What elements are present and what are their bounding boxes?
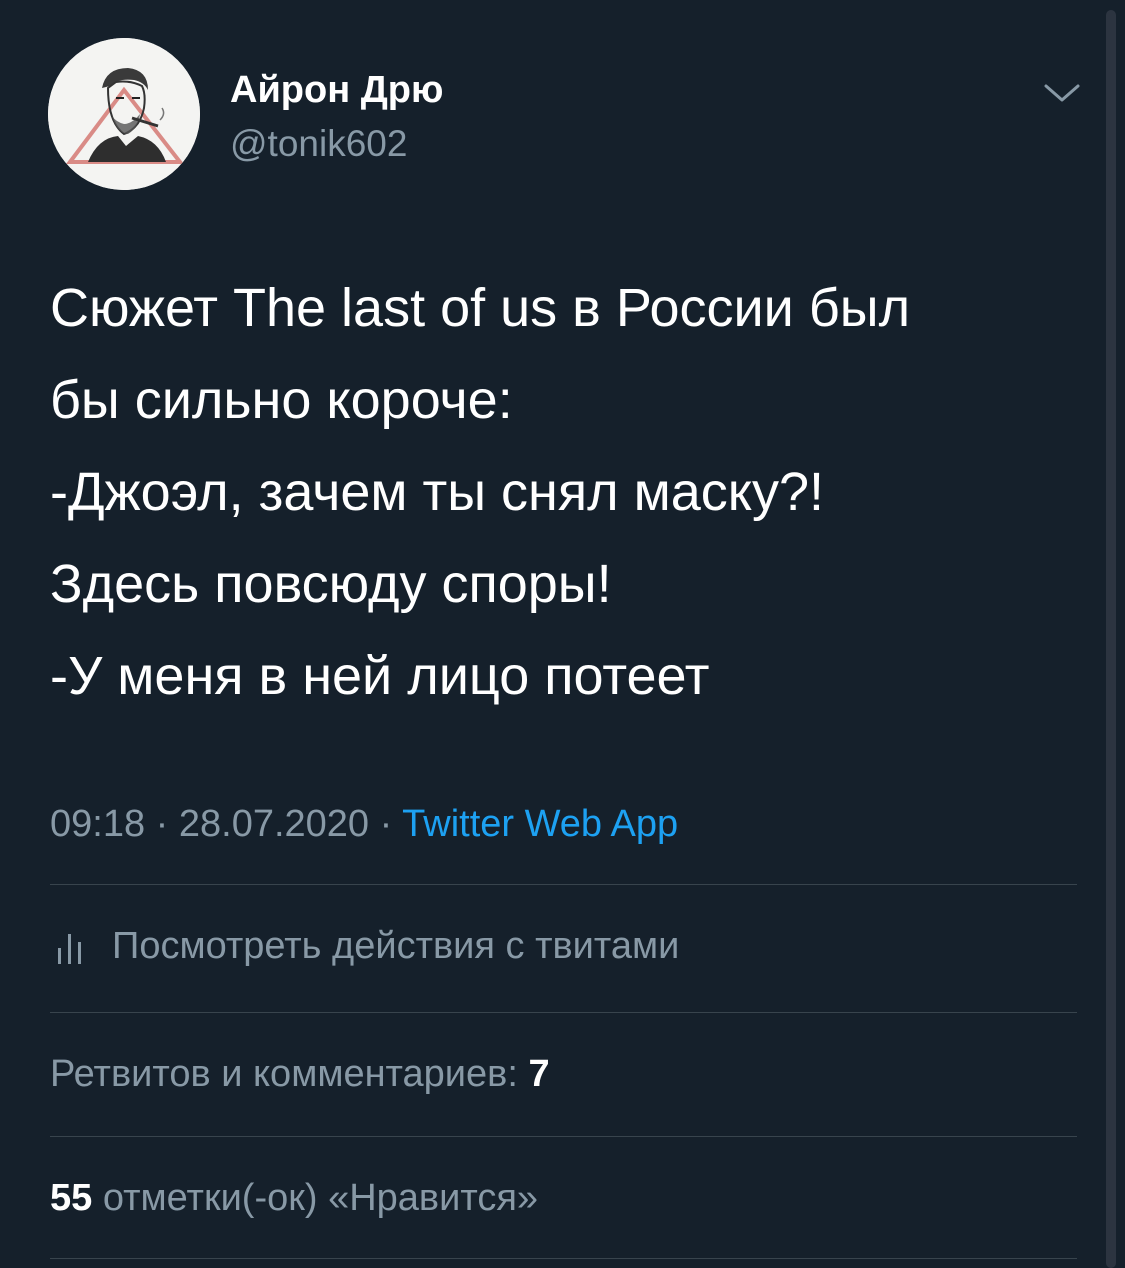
retweets-stat[interactable]: Ретвитов и комментариев: 7 <box>50 1050 550 1098</box>
divider <box>50 1012 1077 1013</box>
author-display-name[interactable]: Айрон Дрю <box>230 68 443 112</box>
retweets-label: Ретвитов и комментариев: <box>50 1053 518 1095</box>
sketch-portrait-avatar-icon <box>48 38 200 190</box>
avatar[interactable] <box>48 38 200 190</box>
tweet-text: Сюжет The last of us в России был бы сил… <box>50 262 1080 722</box>
tweet-line: Сюжет The last of us в России был <box>50 278 911 338</box>
tweet-source-link[interactable]: Twitter Web App <box>402 803 678 845</box>
tweet-detail-page: Айрон Дрю @tonik602 Сюжет The last of us… <box>0 0 1125 1268</box>
tweet-time: 09:18 <box>50 803 146 845</box>
activity-label: Посмотреть действия с твитами <box>112 924 680 967</box>
divider <box>50 884 1077 885</box>
view-tweet-activity-button[interactable]: Посмотреть действия с твитами <box>56 922 679 970</box>
meta-separator: · <box>379 803 393 845</box>
likes-label: отметки(-ок) «Нравится» <box>102 1177 539 1219</box>
chevron-down-icon[interactable] <box>1040 70 1084 114</box>
author-username[interactable]: @tonik602 <box>230 122 407 166</box>
scrollbar[interactable] <box>1106 10 1116 1268</box>
tweet-line: Здесь повсюду споры! <box>50 554 612 614</box>
tweet-line: бы сильно короче: <box>50 370 513 430</box>
likes-stat[interactable]: 55 отметки(-ок) «Нравится» <box>50 1174 538 1222</box>
likes-count: 55 <box>50 1177 93 1219</box>
tweet-date: 28.07.2020 <box>178 803 370 845</box>
tweet-meta: 09:18 · 28.07.2020 · Twitter Web App <box>50 800 678 848</box>
retweets-count: 7 <box>528 1053 550 1095</box>
tweet-line: -У меня в ней лицо потеет <box>50 646 710 706</box>
bar-chart-icon <box>56 926 84 966</box>
meta-separator: · <box>155 803 169 845</box>
divider <box>50 1258 1077 1259</box>
tweet-line: -Джоэл, зачем ты снял маску?! <box>50 462 825 522</box>
divider <box>50 1136 1077 1137</box>
